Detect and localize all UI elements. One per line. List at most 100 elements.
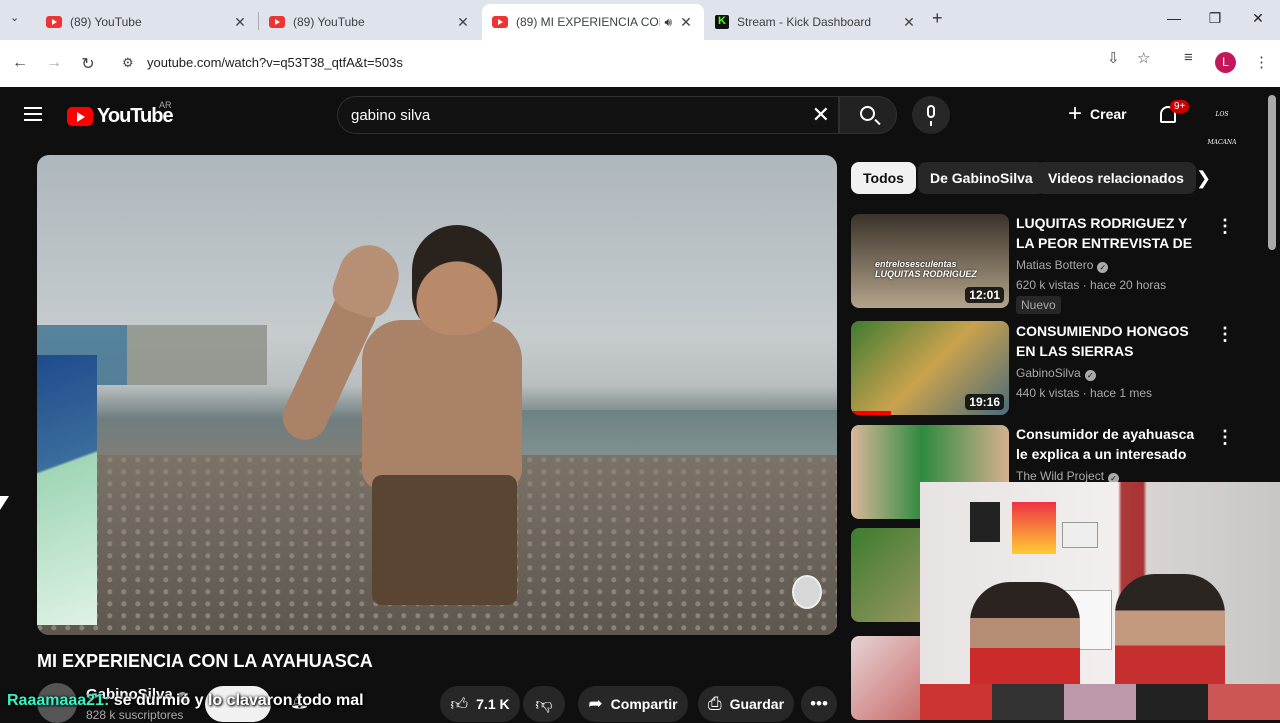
rec-thumbnail[interactable]: 19:16 bbox=[851, 321, 1009, 415]
duration-badge: 19:16 bbox=[965, 394, 1004, 410]
chevron-right-icon[interactable]: ❯ bbox=[1196, 168, 1211, 189]
close-tab-icon[interactable]: ✕ bbox=[678, 14, 694, 31]
reload-icon[interactable]: ↻ bbox=[78, 54, 98, 74]
head bbox=[412, 225, 502, 335]
wall-poster bbox=[970, 502, 1000, 542]
chip-todos[interactable]: Todos bbox=[851, 162, 916, 194]
channel-avatar[interactable]: LOS MACANA bbox=[1206, 101, 1238, 146]
more-horizontal-icon: ••• bbox=[810, 694, 828, 713]
url-text[interactable]: youtube.com/watch?v=q53T38_qtfA&t=503s bbox=[147, 55, 403, 70]
youtube-favicon-icon bbox=[492, 16, 508, 28]
new-tab-button[interactable]: + bbox=[932, 8, 943, 29]
wall-poster bbox=[1012, 502, 1056, 554]
torso bbox=[362, 320, 522, 490]
save-label: Guardar bbox=[729, 696, 785, 712]
plus-icon: + bbox=[1068, 100, 1083, 127]
browser-tab[interactable]: (89) YouTube ✕ bbox=[259, 4, 481, 40]
speaker-icon[interactable]: 🔊︎ bbox=[664, 15, 672, 30]
rec-channel-name: The Wild Project bbox=[1016, 469, 1105, 483]
close-window-icon[interactable]: ✕ bbox=[1248, 10, 1268, 27]
rec-channel-name: GabinoSilva bbox=[1016, 366, 1081, 380]
chip-videos-relacionados[interactable]: Videos relacionados bbox=[1036, 162, 1196, 194]
forward-arrow-icon[interactable]: → bbox=[44, 54, 64, 72]
like-count: 7.1 K bbox=[476, 696, 510, 712]
tab-search-icon[interactable]: ⌄ bbox=[10, 11, 19, 24]
menu-icon[interactable] bbox=[24, 107, 42, 121]
page-scrollbar[interactable] bbox=[1268, 95, 1276, 250]
youtube-favicon-icon bbox=[46, 16, 62, 28]
browser-tab-bar: ⌄ (89) YouTube ✕ (89) YouTube ✕ (89) MI … bbox=[0, 0, 1280, 40]
back-arrow-icon[interactable]: ← bbox=[10, 54, 30, 72]
tab-title: (89) YouTube bbox=[293, 15, 365, 29]
region-code: AR bbox=[159, 100, 172, 110]
profile-avatar[interactable]: L bbox=[1215, 52, 1236, 73]
rec-title[interactable]: LUQUITAS RODRIGUEZ Y LA PEOR ENTREVISTA … bbox=[1016, 213, 1206, 253]
rec-thumbnail[interactable]: entrelosesculentas LUQUITAS RODRIGUEZ 12… bbox=[851, 214, 1009, 308]
create-label: Crear bbox=[1090, 106, 1127, 122]
rec-more-icon[interactable]: ⋮ bbox=[1216, 216, 1234, 237]
share-label: Compartir bbox=[610, 696, 678, 712]
save-button[interactable]: ⎙ Guardar bbox=[698, 686, 794, 722]
tab-title: Stream - Kick Dashboard bbox=[737, 15, 872, 29]
install-app-icon[interactable]: ⇩ bbox=[1107, 49, 1120, 67]
verified-icon: ✓ bbox=[1097, 262, 1109, 273]
rec-title[interactable]: Consumidor de ayahuasca le explica a un … bbox=[1016, 424, 1206, 464]
voice-search-button[interactable] bbox=[912, 96, 950, 134]
close-tab-icon[interactable]: ✕ bbox=[455, 14, 471, 31]
shorts bbox=[372, 475, 517, 605]
chip-de-gabinosilva[interactable]: De GabinoSilva bbox=[918, 162, 1045, 194]
dislike-button[interactable]: 👎︎ bbox=[523, 686, 565, 722]
bookmark-star-icon[interactable]: ☆ bbox=[1137, 49, 1150, 67]
chat-message: se durmió y lo clavaron todo mal bbox=[113, 692, 364, 709]
restore-icon[interactable]: ❐ bbox=[1205, 10, 1225, 27]
youtube-logo[interactable]: YouTube AR bbox=[67, 100, 174, 128]
watch-progress-bar bbox=[851, 411, 891, 415]
create-button[interactable]: + Crear bbox=[1068, 100, 1127, 127]
browser-menu-icon[interactable]: ⋮ bbox=[1254, 53, 1269, 71]
youtube-header: YouTube AR gabino silva ✕ + Crear 9+ LOS… bbox=[0, 87, 1280, 146]
search-icon bbox=[860, 106, 875, 121]
rec-more-icon[interactable]: ⋮ bbox=[1216, 427, 1234, 448]
video-subject-person bbox=[275, 225, 547, 635]
clear-search-icon[interactable]: ✕ bbox=[812, 102, 830, 128]
like-button[interactable]: 👍︎ 7.1 K bbox=[440, 686, 520, 722]
tent-fabric bbox=[37, 355, 97, 625]
share-button[interactable]: ➦ Compartir bbox=[578, 686, 688, 722]
new-badge: Nuevo bbox=[1016, 296, 1061, 314]
address-bar-row: ← → ↻ ⚙ youtube.com/watch?v=q53T38_qtfA&… bbox=[0, 40, 1280, 87]
browser-tab[interactable]: (89) YouTube ✕ bbox=[36, 4, 258, 40]
close-tab-icon[interactable]: ✕ bbox=[901, 14, 917, 31]
wall-poster bbox=[1062, 522, 1098, 548]
search-query[interactable]: gabino silva bbox=[351, 107, 430, 124]
share-arrow-icon: ➦ bbox=[588, 694, 603, 713]
rec-channel-name: Matias Bottero bbox=[1016, 258, 1094, 272]
media-controls-icon[interactable]: ≡ bbox=[1184, 49, 1193, 66]
bookmark-icon: ⎙ bbox=[707, 694, 722, 713]
tab-title: (89) MI EXPERIENCIA CON LA AYAHUASCA bbox=[516, 15, 660, 29]
rec-title[interactable]: CONSUMIENDO HONGOS EN LAS SIERRAS bbox=[1016, 321, 1206, 361]
youtube-play-icon bbox=[67, 107, 93, 126]
minimize-icon[interactable]: — bbox=[1164, 10, 1184, 26]
rec-more-icon[interactable]: ⋮ bbox=[1216, 324, 1234, 345]
rec-meta: 440 k vistas · hace 1 mes bbox=[1016, 386, 1153, 400]
microphone-icon bbox=[927, 105, 935, 126]
search-input[interactable]: gabino silva ✕ bbox=[337, 96, 839, 134]
webcam-bottom-strip bbox=[920, 684, 1280, 720]
stream-chat-overlay: Raaamaaa21: se durmió y lo clavaron todo… bbox=[7, 692, 364, 710]
site-info-icon[interactable]: ⚙ bbox=[122, 55, 134, 71]
mouse-cursor-icon bbox=[0, 496, 9, 510]
browser-tab-active[interactable]: (89) MI EXPERIENCIA CON LA AYAHUASCA 🔊︎ … bbox=[482, 4, 704, 40]
close-tab-icon[interactable]: ✕ bbox=[232, 14, 248, 31]
rec-channel[interactable]: GabinoSilva ✓ bbox=[1016, 366, 1096, 381]
youtube-favicon-icon bbox=[269, 16, 285, 28]
more-actions-button[interactable]: ••• bbox=[801, 686, 837, 722]
channel-watermark-icon[interactable] bbox=[792, 575, 822, 609]
thumbs-down-icon: 👎︎ bbox=[535, 694, 553, 714]
notification-count-badge: 9+ bbox=[1170, 100, 1190, 113]
browser-tab[interactable]: Stream - Kick Dashboard ✕ bbox=[705, 4, 927, 40]
rec-channel[interactable]: Matias Bottero ✓ bbox=[1016, 258, 1109, 273]
omnibox[interactable]: ⚙ youtube.com/watch?v=q53T38_qtfA&t=503s bbox=[112, 46, 1164, 80]
video-player[interactable] bbox=[37, 155, 837, 635]
search-button[interactable] bbox=[839, 96, 897, 134]
streamer-webcam-overlay bbox=[920, 482, 1280, 720]
